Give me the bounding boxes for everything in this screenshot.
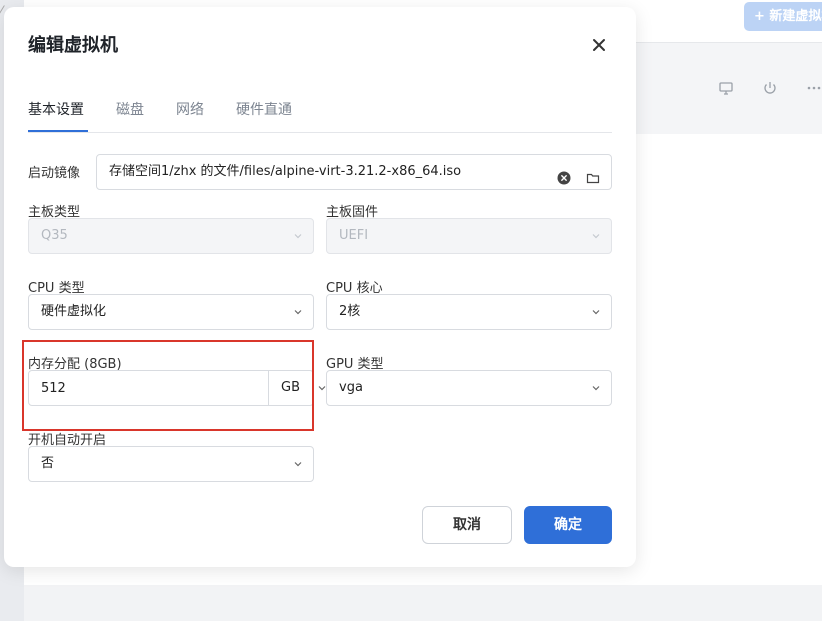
background-glyph: ⁄ xyxy=(0,4,3,20)
active-tab-indicator xyxy=(28,130,88,132)
gpu-type-value: vga xyxy=(339,380,363,395)
background-footer xyxy=(24,585,822,621)
chevron-down-icon xyxy=(592,386,600,391)
dialog-title: 编辑虚拟机 xyxy=(28,35,118,56)
memory-field: GB xyxy=(28,370,326,406)
board-firmware-select: UEFI xyxy=(326,218,612,254)
tab-disk[interactable]: 磁盘 xyxy=(116,99,144,119)
confirm-button[interactable]: 确定 xyxy=(524,506,612,544)
clear-icon[interactable] xyxy=(557,165,571,185)
gpu-type-select[interactable]: vga xyxy=(326,370,612,406)
chevron-down-icon xyxy=(294,234,302,239)
chevron-down-icon xyxy=(592,234,600,239)
memory-unit-value: GB xyxy=(281,380,300,395)
cpu-cores-value: 2核 xyxy=(339,304,361,319)
monitor-icon[interactable] xyxy=(718,80,736,98)
tab-basic-settings[interactable]: 基本设置 xyxy=(28,99,84,119)
chevron-down-icon xyxy=(294,310,302,315)
cpu-cores-select[interactable]: 2核 xyxy=(326,294,612,330)
autostart-value: 否 xyxy=(41,456,55,471)
boot-image-label: 启动镜像 xyxy=(28,166,81,181)
board-type-select: Q35 xyxy=(28,218,314,254)
tab-network[interactable]: 网络 xyxy=(176,99,204,119)
tab-hardware-passthrough[interactable]: 硬件直通 xyxy=(236,99,292,119)
folder-icon[interactable] xyxy=(586,165,600,184)
board-type-value: Q35 xyxy=(41,228,68,243)
boot-image-value: 存储空间1/zhx 的文件/files/alpine-virt-3.21.2-x… xyxy=(109,164,462,179)
close-icon[interactable] xyxy=(590,36,608,54)
more-icon[interactable] xyxy=(806,80,822,98)
board-firmware-value: UEFI xyxy=(339,228,369,243)
new-vm-button[interactable]: + 新建虚拟机 xyxy=(744,2,822,31)
chevron-down-icon xyxy=(592,310,600,315)
edit-vm-dialog: 编辑虚拟机 基本设置 磁盘 网络 硬件直通 启动镜像 存储空间1/zhx 的文件… xyxy=(4,7,636,567)
cpu-type-value: 硬件虚拟化 xyxy=(41,304,107,319)
cpu-type-select[interactable]: 硬件虚拟化 xyxy=(28,294,314,330)
autostart-select[interactable]: 否 xyxy=(28,446,314,482)
power-icon[interactable] xyxy=(762,80,780,98)
cancel-button[interactable]: 取消 xyxy=(422,506,512,544)
boot-image-field[interactable]: 存储空间1/zhx 的文件/files/alpine-virt-3.21.2-x… xyxy=(96,154,612,190)
memory-input[interactable] xyxy=(29,371,259,405)
tab-bar: 基本设置 磁盘 网络 硬件直通 xyxy=(28,85,612,133)
chevron-down-icon xyxy=(294,462,302,467)
